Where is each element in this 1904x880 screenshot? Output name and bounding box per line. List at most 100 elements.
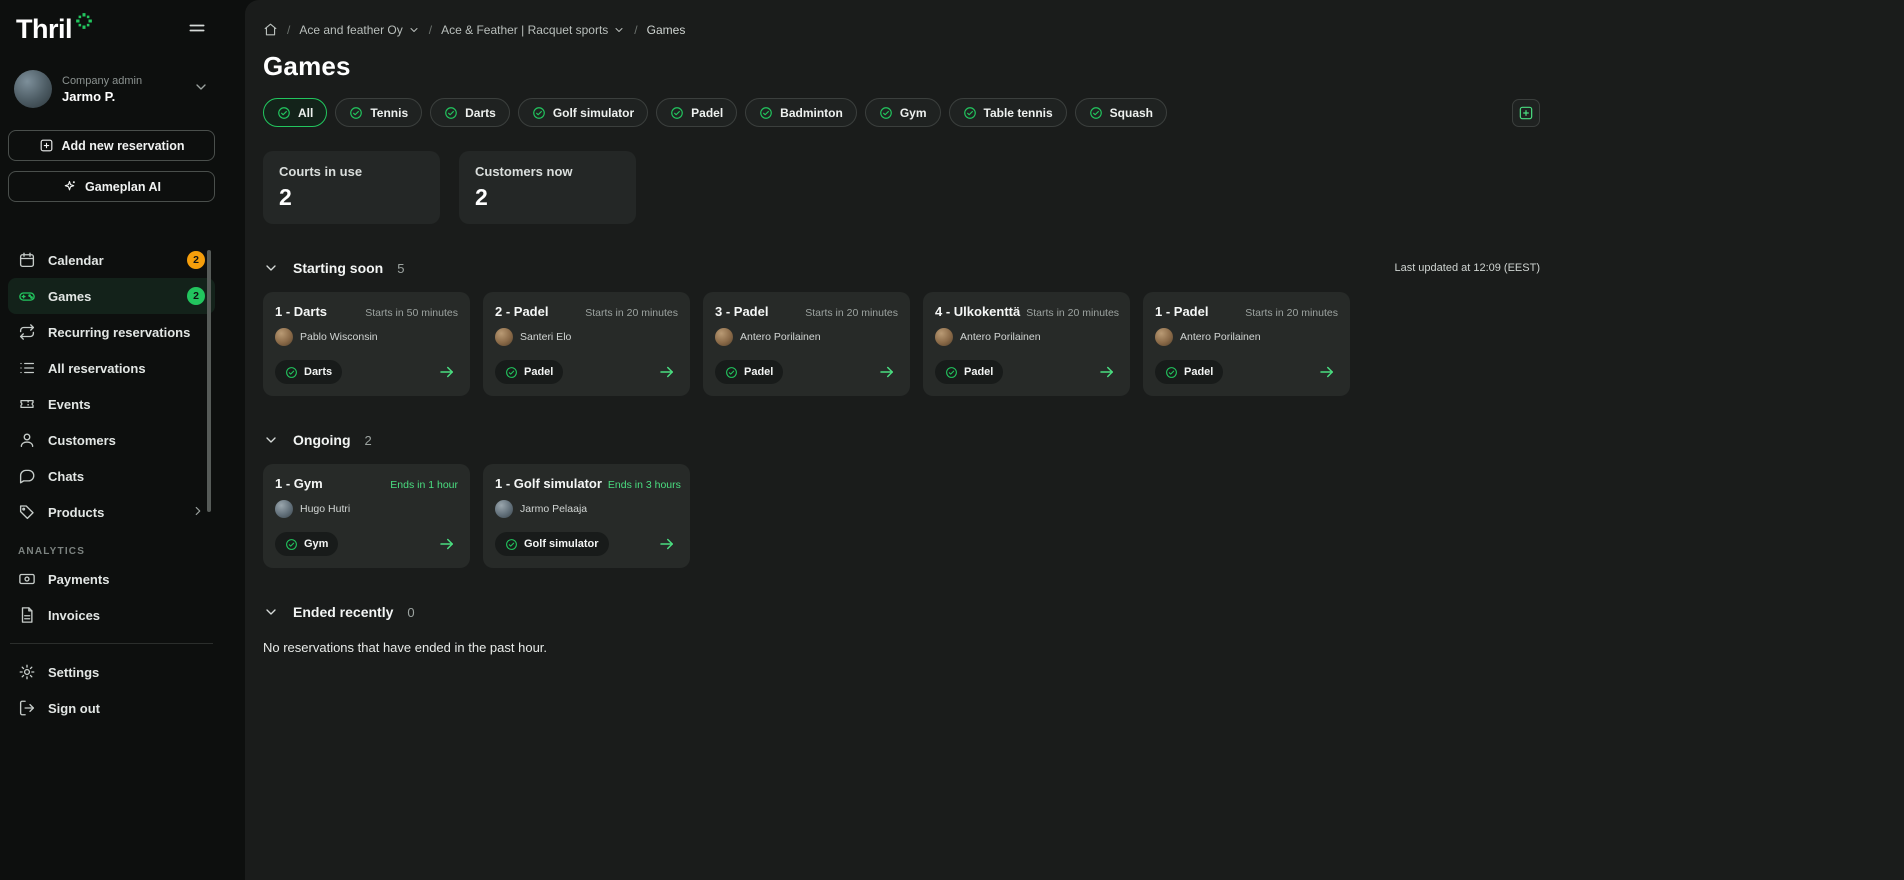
open-reservation-button[interactable]: [1316, 361, 1338, 383]
user-profile-menu[interactable]: Company admin Jarmo P.: [8, 66, 215, 112]
reservation-card[interactable]: 2 - Padel Starts in 20 minutes Santeri E…: [483, 292, 690, 396]
filter-chip-tennis[interactable]: Tennis: [335, 98, 422, 127]
chevron-down-icon: [408, 24, 420, 36]
arrow-right-icon: [658, 363, 676, 381]
gameplan-ai-button[interactable]: Gameplan AI: [8, 171, 215, 202]
collapse-section-button[interactable]: [263, 432, 279, 448]
filter-chip-label: Padel: [691, 106, 723, 120]
sidebar-collapse-button[interactable]: [183, 14, 211, 42]
filter-chip-label: Tennis: [370, 106, 408, 120]
arrow-right-icon: [1318, 363, 1336, 381]
reservation-title: 1 - Padel: [1155, 304, 1208, 319]
invoice-icon: [18, 606, 36, 624]
reservation-card[interactable]: 1 - Darts Starts in 50 minutes Pablo Wis…: [263, 292, 470, 396]
breadcrumb-venue[interactable]: Ace & Feather | Racquet sports: [441, 23, 625, 37]
filter-chip-label: Darts: [465, 106, 496, 120]
customer-avatar: [935, 328, 953, 346]
reservation-card[interactable]: 3 - Padel Starts in 20 minutes Antero Po…: [703, 292, 910, 396]
sidebar-item-calendar[interactable]: Calendar 2: [8, 242, 215, 278]
sport-tag-label: Padel: [744, 366, 773, 378]
open-reservation-button[interactable]: [656, 533, 678, 555]
customer-avatar: [275, 328, 293, 346]
arrow-right-icon: [1098, 363, 1116, 381]
breadcrumb-company[interactable]: Ace and feather Oy: [299, 23, 419, 37]
sidebar-item-chats[interactable]: Chats: [8, 458, 215, 494]
sidebar-item-events[interactable]: Events: [8, 386, 215, 422]
sidebar-item-settings[interactable]: Settings: [8, 654, 215, 690]
filter-chip-squash[interactable]: Squash: [1075, 98, 1167, 127]
list-icon: [18, 359, 36, 377]
check-circle-icon: [963, 106, 977, 120]
sidebar-item-sign-out[interactable]: Sign out: [8, 690, 215, 726]
open-reservation-button[interactable]: [436, 361, 458, 383]
section-count: 0: [407, 605, 414, 620]
breadcrumb-separator: /: [287, 23, 290, 37]
add-new-reservation-label: Add new reservation: [62, 139, 185, 153]
app-logo-text: Thril: [16, 14, 72, 44]
nav-label: Recurring reservations: [48, 325, 190, 340]
main-content: / Ace and feather Oy / Ace & Feather | R…: [245, 0, 1904, 880]
reservation-card[interactable]: 1 - Golf simulator Ends in 3 hours Jarmo…: [483, 464, 690, 568]
open-reservation-button[interactable]: [876, 361, 898, 383]
reservation-title: 1 - Golf simulator: [495, 476, 602, 491]
check-circle-icon: [670, 106, 684, 120]
sidebar-item-customers[interactable]: Customers: [8, 422, 215, 458]
filter-chip-label: Gym: [900, 106, 927, 120]
sidebar-item-invoices[interactable]: Invoices: [8, 597, 215, 633]
sidebar-item-payments[interactable]: Payments: [8, 561, 215, 597]
filter-chip-all[interactable]: All: [263, 98, 327, 127]
section-title: Starting soon: [293, 260, 383, 276]
reservation-card[interactable]: 4 - Ulkokenttä Starts in 20 minutes Ante…: [923, 292, 1130, 396]
arrow-right-icon: [438, 363, 456, 381]
open-reservation-button[interactable]: [1096, 361, 1118, 383]
plus-square-icon: [1518, 105, 1534, 121]
filter-chip-darts[interactable]: Darts: [430, 98, 510, 127]
filter-chip-padel[interactable]: Padel: [656, 98, 737, 127]
sport-filter-bar: All Tennis Darts Golf simulator Padel: [263, 98, 1540, 127]
stat-label: Courts in use: [279, 164, 424, 179]
collapse-section-button[interactable]: [263, 604, 279, 620]
sport-tag-label: Darts: [304, 366, 332, 378]
sidebar-item-all-reservations[interactable]: All reservations: [8, 350, 215, 386]
open-reservation-button[interactable]: [436, 533, 458, 555]
nav-label: Products: [48, 505, 104, 520]
filter-chip-gym[interactable]: Gym: [865, 98, 941, 127]
filter-chip-badminton[interactable]: Badminton: [745, 98, 857, 127]
last-updated-text: Last updated at 12:09 (EEST): [1394, 262, 1540, 274]
breadcrumb-separator: /: [429, 23, 432, 37]
stat-card-courts-in-use: Courts in use 2: [263, 151, 440, 224]
stat-value: 2: [475, 184, 620, 211]
filter-chip-label: Golf simulator: [553, 106, 634, 120]
breadcrumb-company-label: Ace and feather Oy: [299, 23, 402, 37]
sidebar-item-recurring-reservations[interactable]: Recurring reservations: [8, 314, 215, 350]
sidebar-item-products[interactable]: Products: [8, 494, 215, 530]
user-avatar: [14, 70, 52, 108]
banknote-icon: [18, 570, 36, 588]
page-title: Games: [263, 51, 1540, 82]
sidebar-divider: [10, 643, 213, 644]
reservation-title: 4 - Ulkokenttä: [935, 304, 1020, 319]
filter-chip-golf-simulator[interactable]: Golf simulator: [518, 98, 648, 127]
sidebar-item-games[interactable]: Games 2: [8, 278, 215, 314]
reservation-card[interactable]: 1 - Padel Starts in 20 minutes Antero Po…: [1143, 292, 1350, 396]
reservation-title: 3 - Padel: [715, 304, 768, 319]
collapse-section-button[interactable]: [263, 260, 279, 276]
stat-value: 2: [279, 184, 424, 211]
sport-tag: Gym: [275, 532, 338, 556]
check-circle-icon: [945, 366, 958, 379]
check-circle-icon: [505, 538, 518, 551]
add-new-reservation-button[interactable]: Add new reservation: [8, 130, 215, 161]
sport-tag: Padel: [715, 360, 783, 384]
sidebar-scrollbar[interactable]: [207, 250, 211, 512]
gameplan-ai-label: Gameplan AI: [85, 180, 161, 194]
reservation-time: Ends in 1 hour: [390, 479, 458, 491]
customer-avatar: [715, 328, 733, 346]
reservation-title: 1 - Gym: [275, 476, 323, 491]
breadcrumb-home[interactable]: [263, 22, 278, 37]
check-circle-icon: [444, 106, 458, 120]
add-game-button[interactable]: [1512, 99, 1540, 127]
open-reservation-button[interactable]: [656, 361, 678, 383]
filter-chip-table-tennis[interactable]: Table tennis: [949, 98, 1067, 127]
reservation-card[interactable]: 1 - Gym Ends in 1 hour Hugo Hutri Gym: [263, 464, 470, 568]
sport-tag-label: Gym: [304, 538, 328, 550]
